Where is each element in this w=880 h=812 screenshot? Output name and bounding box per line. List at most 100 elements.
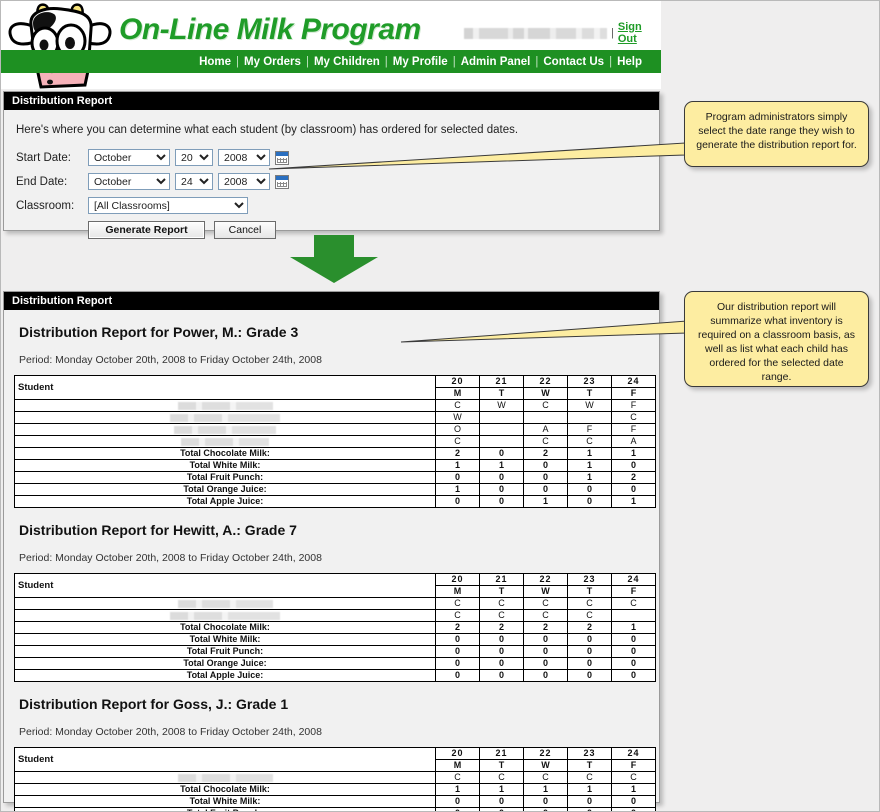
column-header-day-number: 20	[435, 747, 480, 760]
cancel-button[interactable]: Cancel	[214, 220, 276, 239]
start-date-day-select[interactable]: 20	[175, 149, 213, 166]
order-cell: C	[479, 771, 524, 784]
start-date-row: Start Date: October 20 2008	[16, 148, 659, 167]
student-name-redacted	[14, 609, 436, 622]
total-value: 0	[435, 795, 480, 808]
column-header-day-number: 20	[435, 573, 480, 586]
distribution-report-results-panel: Distribution Report Distribution Report …	[3, 291, 660, 811]
total-value: 1	[435, 483, 480, 496]
order-cell: W	[479, 399, 524, 412]
classroom-row: Classroom: [All Classrooms]	[16, 196, 659, 215]
total-value: 0	[479, 645, 524, 658]
start-date-month-select[interactable]: October	[88, 149, 170, 166]
order-cell: O	[435, 423, 480, 436]
nav-item-help[interactable]: Help	[612, 56, 647, 68]
report-block-period: Period: Monday October 20th, 2008 to Fri…	[19, 552, 322, 564]
total-label: Total Chocolate Milk:	[14, 783, 436, 796]
column-header-day-letter: F	[611, 387, 656, 400]
down-arrow-icon	[290, 235, 378, 283]
report-block-period: Period: Monday October 20th, 2008 to Fri…	[19, 726, 322, 738]
total-value: 0	[611, 807, 656, 811]
total-value: 2	[435, 447, 480, 460]
column-header-day-letter: T	[567, 759, 612, 772]
order-cell: C	[523, 399, 568, 412]
nav-item-my-orders[interactable]: My Orders	[239, 56, 306, 68]
total-row: Total White Milk: 0 0 0 0 0	[14, 795, 656, 808]
column-header-day-letter: F	[611, 585, 656, 598]
callout-date-range: Program administrators simply select the…	[684, 101, 869, 167]
total-value: 2	[523, 447, 568, 460]
column-header-day-letter: M	[435, 585, 480, 598]
total-value: 0	[567, 795, 612, 808]
total-value: 2	[523, 621, 568, 634]
total-row: Total Apple Juice: 0 0 0 0 0	[14, 669, 656, 682]
order-cell	[479, 411, 524, 424]
report-panel-title: Distribution Report	[4, 292, 659, 310]
sign-out-link[interactable]: Sign Out	[618, 21, 661, 45]
total-value: 0	[479, 669, 524, 682]
order-cell: C	[435, 609, 480, 622]
nav-item-admin-panel[interactable]: Admin Panel	[456, 56, 536, 68]
page-title: On-Line Milk Program	[119, 13, 421, 46]
generate-report-button[interactable]: Generate Report	[88, 220, 205, 239]
end-date-year-select[interactable]: 2008	[218, 173, 270, 190]
order-cell	[479, 423, 524, 436]
total-label: Total Orange Juice:	[14, 483, 436, 496]
column-header-day-number: 24	[611, 747, 656, 760]
nav-item-my-children[interactable]: My Children	[309, 56, 385, 68]
total-value: 1	[567, 459, 612, 472]
column-header-day-letter: T	[567, 387, 612, 400]
order-cell: C	[435, 435, 480, 448]
nav-item-my-profile[interactable]: My Profile	[388, 56, 453, 68]
form-panel-title: Distribution Report	[4, 92, 659, 110]
classroom-select[interactable]: [All Classrooms]	[88, 197, 248, 214]
total-value: 1	[435, 783, 480, 796]
total-label: Total Apple Juice:	[14, 669, 436, 682]
end-date-row: End Date: October 24 2008	[16, 172, 659, 191]
table-row: CCCCC	[14, 597, 656, 610]
total-value: 0	[567, 645, 612, 658]
total-label: Total White Milk:	[14, 795, 436, 808]
total-label: Total Chocolate Milk:	[14, 621, 436, 634]
order-cell: C	[567, 435, 612, 448]
table-row: CCCA	[14, 435, 656, 448]
total-value: 1	[611, 783, 656, 796]
column-header-day-letter: T	[567, 585, 612, 598]
total-value: 0	[523, 471, 568, 484]
nav-item-home[interactable]: Home	[194, 56, 236, 68]
column-header-day-letter: W	[523, 585, 568, 598]
order-cell	[523, 411, 568, 424]
column-header-day-number: 21	[479, 747, 524, 760]
order-cell	[611, 609, 656, 622]
start-date-year-select[interactable]: 2008	[218, 149, 270, 166]
student-name-redacted	[14, 411, 436, 424]
total-value: 0	[611, 459, 656, 472]
end-date-month-select[interactable]: October	[88, 173, 170, 190]
column-header-day-number: 24	[611, 573, 656, 586]
nav-item-contact-us[interactable]: Contact Us	[538, 56, 609, 68]
total-value: 2	[435, 621, 480, 634]
student-name-redacted	[14, 423, 436, 436]
end-date-day-select[interactable]: 24	[175, 173, 213, 190]
column-header-day-number: 20	[435, 375, 480, 388]
total-value: 0	[479, 447, 524, 460]
total-value: 0	[567, 807, 612, 811]
distribution-table: Student 20 21 22 23 24 M T W T F C C C C C C C C C Total Cho…	[14, 573, 656, 682]
form-intro-text: Here's where you can determine what each…	[16, 124, 519, 136]
table-header-row: Student 20 21 22 23 24	[14, 747, 656, 772]
total-value: 0	[611, 483, 656, 496]
order-cell: W	[435, 411, 480, 424]
total-value: 0	[479, 795, 524, 808]
calendar-icon[interactable]	[275, 150, 289, 165]
classroom-label: Classroom:	[16, 199, 75, 212]
report-block: Distribution Report for Hewitt, A.: Grad…	[14, 508, 656, 682]
calendar-icon[interactable]	[275, 174, 289, 189]
report-block: Distribution Report for Power, M.: Grade…	[14, 310, 656, 508]
callout-report-summary: Our distribution report will summarize w…	[684, 291, 869, 387]
total-value: 0	[611, 657, 656, 670]
total-value: 2	[611, 471, 656, 484]
student-name-redacted	[14, 435, 436, 448]
student-name-redacted	[14, 399, 436, 412]
order-cell: W	[567, 399, 612, 412]
order-cell: C	[611, 411, 656, 424]
